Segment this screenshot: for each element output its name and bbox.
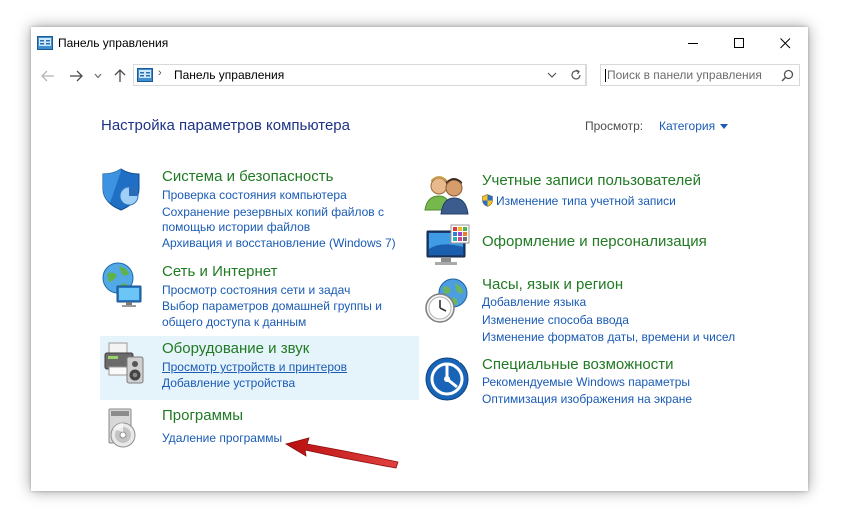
caret-down-icon	[720, 123, 729, 129]
close-button[interactable]	[762, 27, 808, 59]
arrow-left-icon	[41, 70, 54, 82]
link-homegroup-sharing-cont[interactable]: общего доступа к данным	[162, 314, 306, 330]
link-change-date-formats[interactable]: Изменение форматов даты, времени и чисел	[482, 329, 735, 345]
text-cursor	[605, 69, 606, 82]
category-title-network[interactable]: Сеть и Интернет	[162, 263, 278, 280]
address-bar[interactable]: › Панель управления	[133, 64, 586, 86]
refresh-button[interactable]	[565, 64, 587, 86]
control-panel-icon	[37, 36, 53, 50]
programs-disc-icon	[108, 408, 136, 448]
view-by-value: Категория	[659, 119, 716, 133]
up-button[interactable]	[111, 65, 129, 87]
link-file-history-backup-cont[interactable]: помощью истории файлов	[162, 219, 310, 235]
uac-shield-icon	[482, 194, 493, 207]
arrow-right-icon	[70, 70, 83, 82]
view-by-dropdown[interactable]: Категория	[659, 119, 729, 133]
recent-locations-button[interactable]	[92, 65, 104, 87]
link-optimize-display[interactable]: Оптимизация изображения на экране	[482, 391, 692, 407]
link-change-input-method[interactable]: Изменение способа ввода	[482, 312, 629, 328]
link-uninstall-program[interactable]: Удаление программы	[162, 430, 282, 446]
search-icon[interactable]	[781, 69, 794, 82]
security-shield-icon	[102, 168, 140, 211]
category-title-appearance[interactable]: Оформление и персонализация	[482, 233, 707, 250]
link-change-account-type-label: Изменение типа учетной записи	[496, 194, 676, 208]
link-add-device[interactable]: Добавление устройства	[162, 375, 295, 391]
search-box[interactable]	[600, 64, 800, 86]
chevron-down-icon	[94, 73, 102, 79]
control-panel-window: Панель управления › Панель управления По…	[31, 27, 808, 491]
appearance-monitor-icon	[426, 224, 470, 265]
view-by-label: Просмотр:	[585, 119, 644, 133]
link-file-history-backup[interactable]: Сохранение резервных копий файлов с	[162, 204, 384, 220]
refresh-icon	[570, 69, 581, 80]
minimize-button[interactable]	[670, 27, 716, 59]
category-title-programs[interactable]: Программы	[162, 407, 243, 424]
link-devices-printers[interactable]: Просмотр устройств и принтеров	[162, 359, 347, 375]
user-accounts-icon	[424, 176, 469, 215]
category-title-system[interactable]: Система и безопасность	[162, 168, 333, 185]
link-check-computer-status[interactable]: Проверка состояния компьютера	[162, 187, 347, 203]
category-title-accounts[interactable]: Учетные записи пользователей	[482, 172, 701, 189]
category-title-clock[interactable]: Часы, язык и регион	[482, 276, 623, 293]
link-change-account-type[interactable]: Изменение типа учетной записи	[482, 193, 676, 209]
page-title: Настройка параметров компьютера	[101, 117, 350, 134]
window-title: Панель управления	[58, 36, 169, 50]
maximize-button[interactable]	[716, 27, 762, 59]
ease-of-access-icon	[425, 357, 469, 401]
clock-globe-icon	[425, 278, 468, 323]
link-recommended-settings[interactable]: Рекомендуемые Windows параметры	[482, 374, 690, 390]
title-bar[interactable]: Панель управления	[31, 27, 808, 59]
close-icon	[779, 37, 790, 48]
search-input[interactable]	[607, 67, 775, 83]
link-backup-restore[interactable]: Архивация и восстановление (Windows 7)	[162, 235, 396, 251]
link-homegroup-sharing[interactable]: Выбор параметров домашней группы и	[162, 298, 382, 314]
forward-button[interactable]	[66, 65, 86, 87]
link-add-language[interactable]: Добавление языка	[482, 294, 586, 310]
chevron-down-icon[interactable]	[547, 69, 557, 81]
minimize-icon	[687, 42, 698, 44]
control-panel-icon	[137, 68, 153, 82]
back-button[interactable]	[38, 65, 58, 87]
maximize-icon	[733, 37, 744, 48]
category-title-hardware[interactable]: Оборудование и звук	[162, 340, 309, 357]
category-title-access[interactable]: Специальные возможности	[482, 356, 674, 373]
breadcrumb-separator-icon[interactable]: ›	[158, 67, 162, 79]
link-network-status[interactable]: Просмотр состояния сети и задач	[162, 282, 350, 298]
printer-speaker-icon	[104, 342, 144, 384]
network-globe-icon	[102, 262, 142, 307]
arrow-up-icon	[114, 69, 126, 82]
breadcrumb-current[interactable]: Панель управления	[174, 68, 284, 82]
